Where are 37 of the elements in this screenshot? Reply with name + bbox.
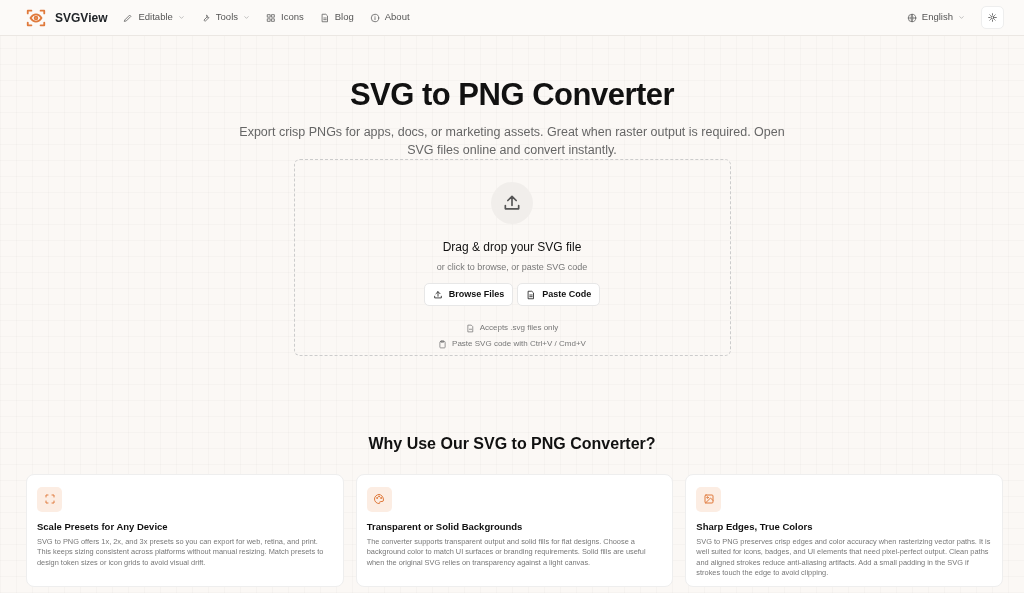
nav-link[interactable]: Blog bbox=[319, 10, 354, 25]
browse-files-button[interactable]: Browse Files bbox=[423, 282, 514, 307]
dropzone-title: Drag & drop your SVG file bbox=[442, 239, 582, 257]
caret-icon bbox=[958, 14, 965, 21]
document-icon bbox=[526, 289, 537, 300]
palette-icon bbox=[373, 493, 386, 506]
upload-icon bbox=[432, 289, 443, 300]
feature-title: Sharp Edges, True Colors bbox=[696, 519, 814, 534]
page-subtitle: Export crisp PNGs for apps, docs, or marketing assets. Great when raster output is required. Open SVG files online and convert instantly. bbox=[238, 124, 786, 160]
image-icon bbox=[702, 493, 715, 506]
caret-icon bbox=[177, 14, 185, 21]
document-icon bbox=[465, 323, 475, 333]
theme-toggle-button[interactable] bbox=[981, 6, 1004, 29]
nav-link[interactable]: Icons bbox=[266, 10, 304, 25]
document-icon bbox=[319, 12, 330, 23]
globe-icon bbox=[906, 12, 917, 23]
info-icon bbox=[369, 12, 380, 23]
expand-frame-icon bbox=[43, 493, 56, 506]
nav-link[interactable]: Editable bbox=[123, 10, 185, 25]
dropzone-subtitle: or click to browse, or paste SVG code bbox=[436, 261, 588, 275]
paste-code-button[interactable]: Paste Code bbox=[517, 282, 601, 307]
page-title: SVG to PNG Converter bbox=[348, 76, 676, 114]
nav-link[interactable]: Tools bbox=[200, 10, 250, 25]
feature-title: Scale Presets for Any Device bbox=[37, 519, 169, 534]
hint-text: Paste SVG code with Ctrl+V / Cmd+V bbox=[452, 338, 586, 351]
sun-icon bbox=[988, 12, 997, 23]
language-selector[interactable]: English bbox=[906, 10, 965, 25]
nav-link[interactable]: About bbox=[369, 10, 410, 25]
drop-zone[interactable]: Drag & drop your SVG file or click to browse, or paste SVG code Browse Files Paste Code Accepts .svg files only Paste SVG code with Ctrl+V / Cmd+V bbox=[293, 159, 731, 357]
brand-logo[interactable]: SVGView bbox=[25, 6, 108, 29]
hint-text: Accepts .svg files only bbox=[479, 322, 559, 335]
pencil-icon bbox=[123, 12, 134, 23]
caret-icon bbox=[243, 14, 250, 21]
grid-icon bbox=[266, 12, 276, 23]
section-heading: Why Use Our SVG to PNG Converter? bbox=[367, 434, 657, 454]
feature-title: Transparent or Solid Backgrounds bbox=[366, 519, 524, 534]
clipboard-icon bbox=[438, 339, 448, 349]
